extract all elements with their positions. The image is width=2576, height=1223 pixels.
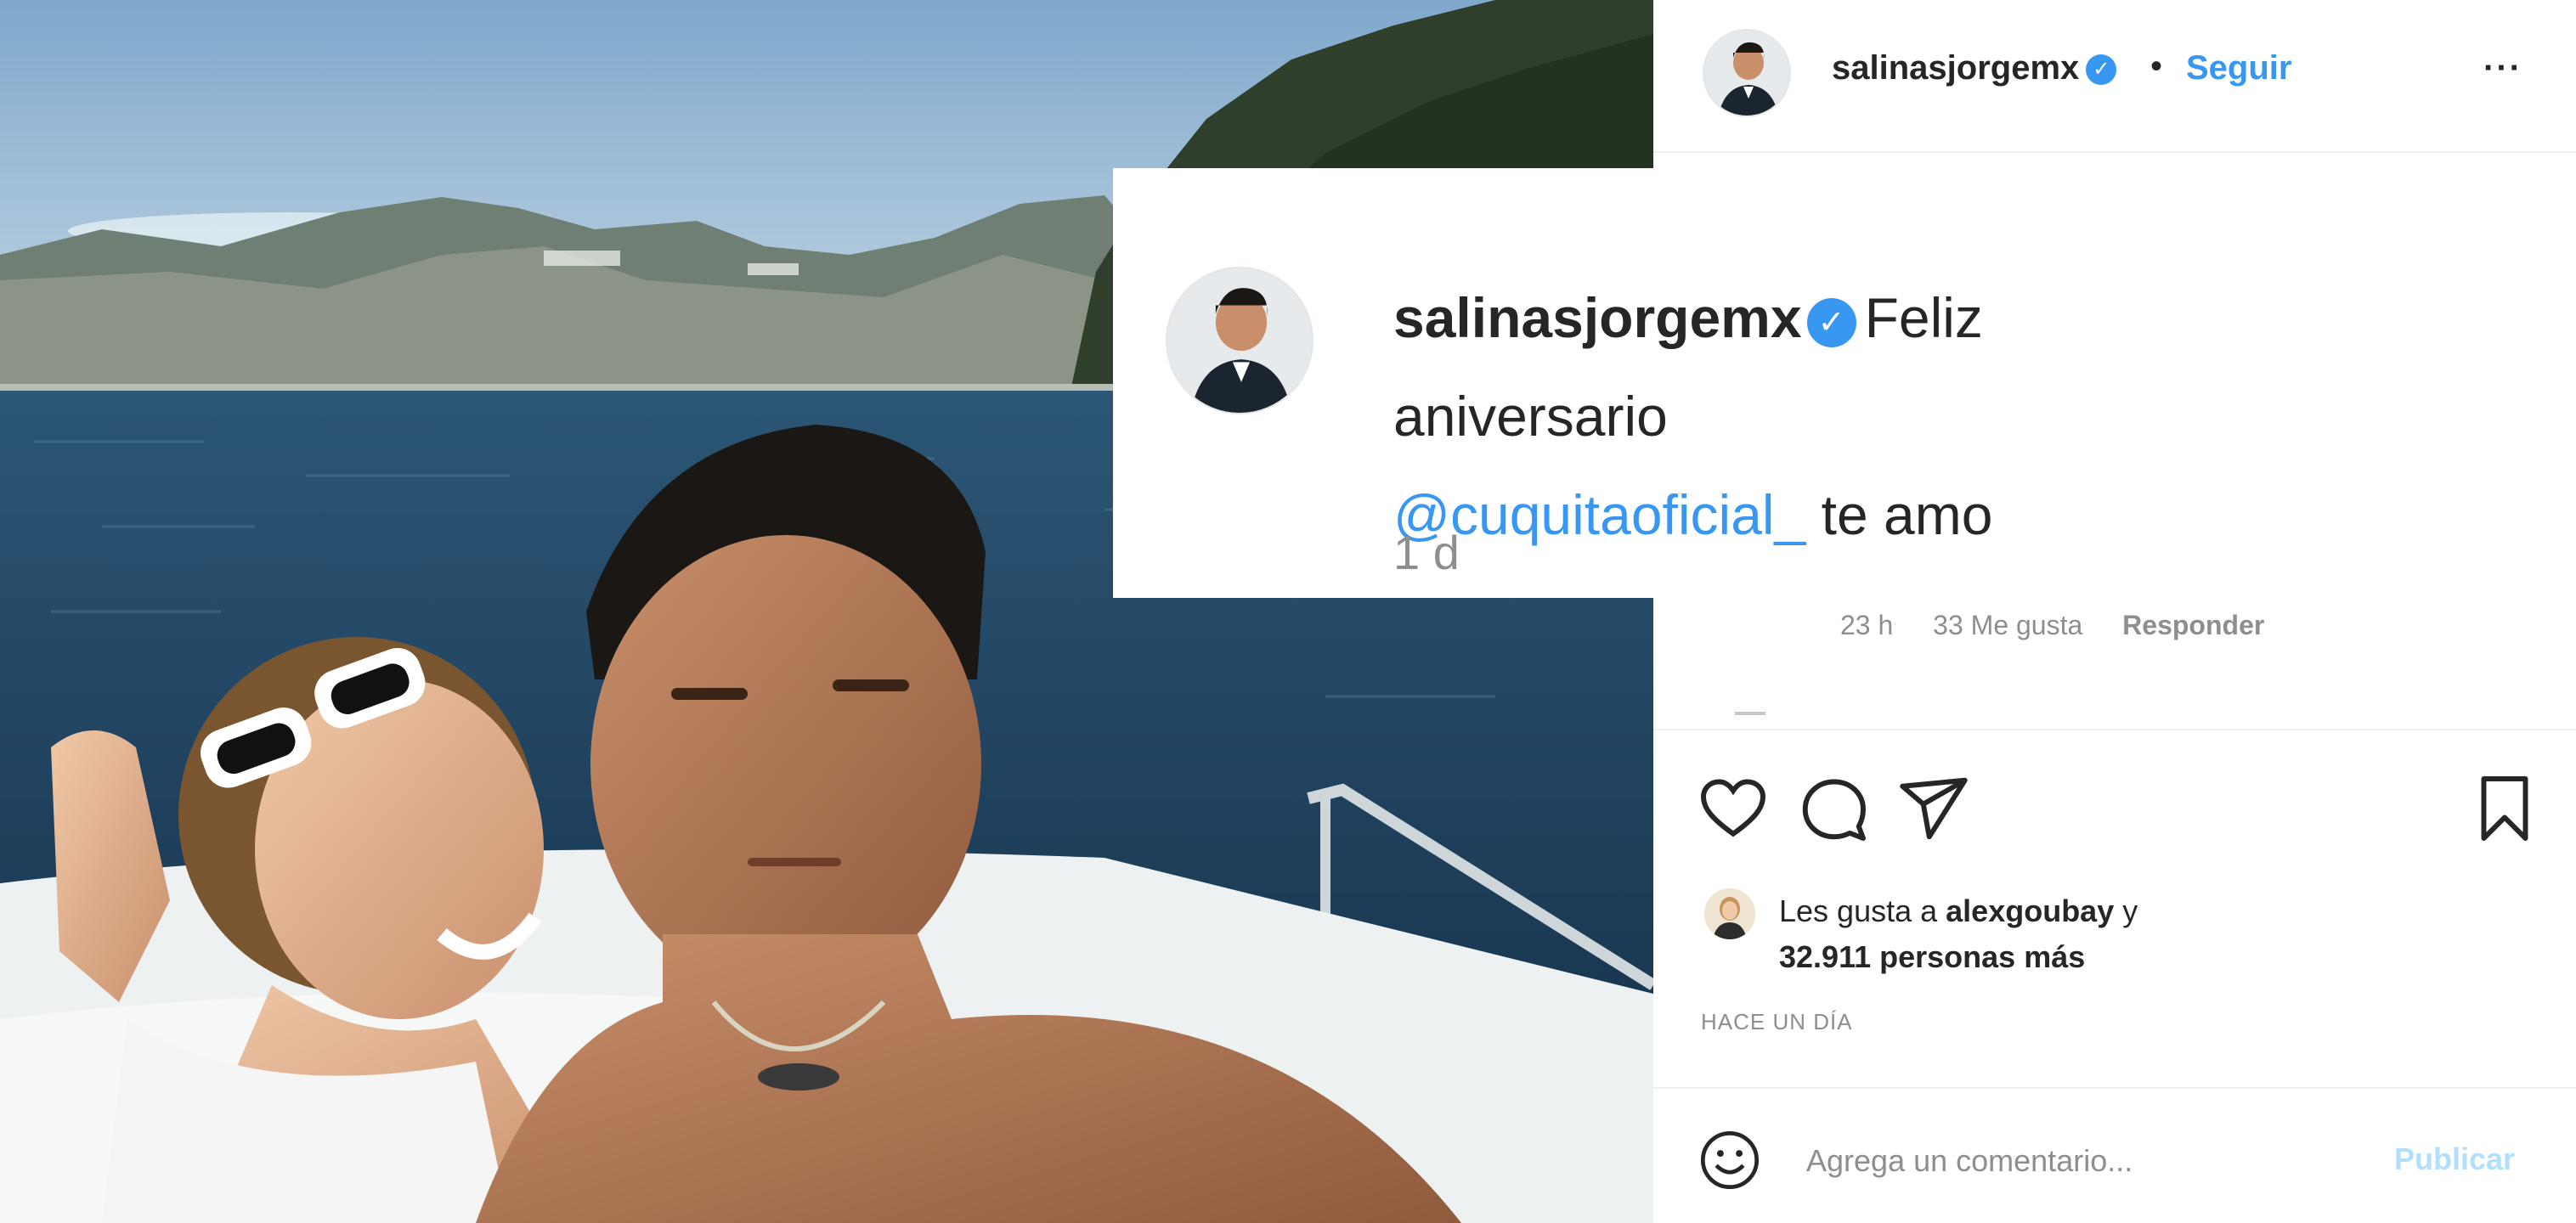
caption-author-avatar[interactable] [1166, 267, 1313, 414]
reply-button[interactable]: Responder [2122, 610, 2264, 640]
caption-time: 1 d [1393, 526, 1460, 579]
caption-tail: te amo [1821, 483, 1993, 546]
emoji-smile-icon[interactable] [1698, 1128, 1762, 1192]
caption-verified-icon: ✓ [1806, 297, 1856, 347]
post-header: salinasjorgemx ✓ • Seguir ··· [1653, 0, 2576, 153]
avatar-portrait [1704, 31, 1789, 116]
heart-icon[interactable] [1698, 773, 1769, 844]
author-avatar[interactable] [1703, 29, 1791, 117]
verified-badge-icon: ✓ [2086, 54, 2117, 86]
view-replies-line[interactable] [1735, 712, 1765, 715]
author-username[interactable]: salinasjorgemx ✓ [1832, 49, 2117, 87]
liker-portrait [1704, 888, 1755, 939]
post-actions [1653, 729, 2576, 882]
liker-username[interactable]: alexgoubay [1946, 893, 2114, 928]
post-timestamp[interactable]: HACE UN DÍA [1701, 1009, 1853, 1035]
paper-plane-icon[interactable] [1898, 773, 1969, 844]
caption-text: salinasjorgemx ✓ Feliz aniversario @cuquit… [1393, 268, 2005, 564]
caption-avatar-portrait [1167, 268, 1312, 413]
comment-input[interactable] [1806, 1131, 2350, 1191]
add-comment-bar: Publicar [1653, 1087, 2576, 1223]
comment-icon[interactable] [1798, 773, 1869, 844]
more-options-icon[interactable]: ··· [2483, 49, 2522, 87]
header-separator: • [2150, 48, 2163, 85]
likes-count[interactable]: 32.911 personas más [1779, 939, 2085, 974]
follow-button[interactable]: Seguir [2186, 49, 2291, 87]
likes-text: Les gusta a alexgoubay y 32.911 personas… [1779, 888, 2374, 980]
comment-time: 23 h [1840, 610, 1894, 640]
liker-avatar[interactable] [1704, 888, 1755, 939]
publish-button[interactable]: Publicar [2394, 1141, 2515, 1177]
caption-zoom-card: salinasjorgemx ✓ Feliz aniversario @cuquit… [1113, 168, 2031, 598]
author-username-text[interactable]: salinasjorgemx [1832, 49, 2079, 87]
likes-conjunction: y [2122, 893, 2138, 928]
bookmark-icon[interactable] [2469, 773, 2540, 844]
caption-username[interactable]: salinasjorgemx [1393, 286, 1802, 349]
comment-meta: 23 h 33 Me gusta Responder [1840, 610, 2296, 641]
comment-likes[interactable]: 33 Me gusta [1933, 610, 2082, 640]
likes-prefix: Les gusta a [1779, 893, 1938, 928]
